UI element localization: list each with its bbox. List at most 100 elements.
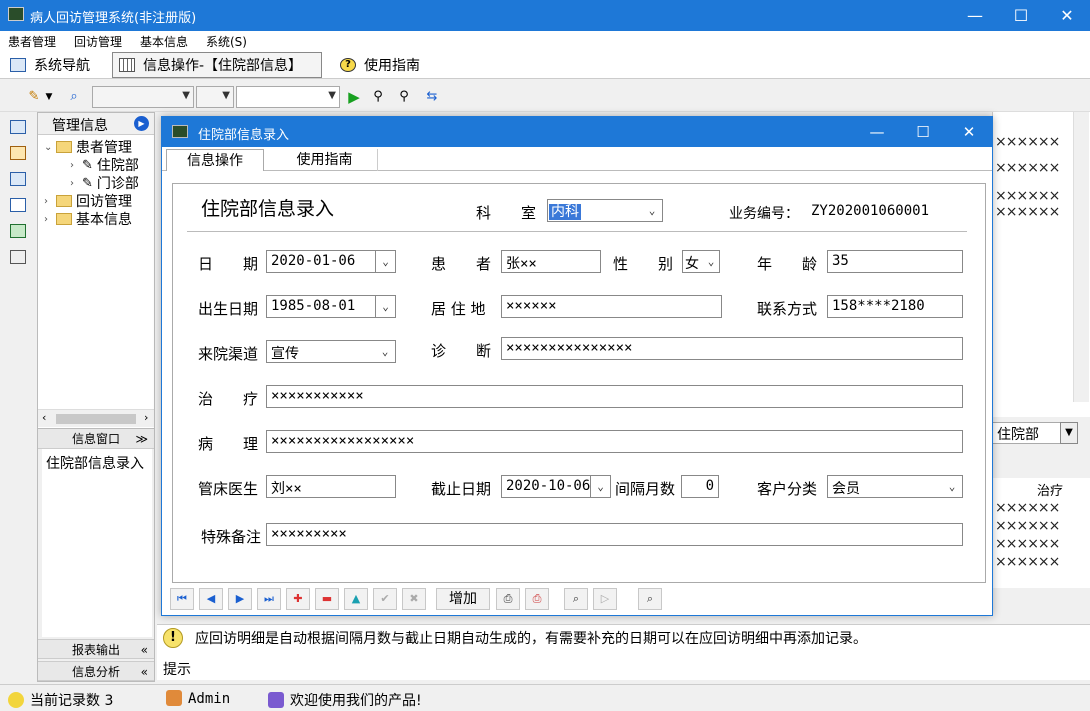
- chevron-down-icon[interactable]: ▼: [44, 87, 54, 107]
- age-input[interactable]: 35: [827, 250, 963, 273]
- doctor-input[interactable]: 刘××: [266, 475, 396, 498]
- chart-icon[interactable]: [10, 224, 26, 238]
- tree-hscrollbar[interactable]: ‹ ›: [38, 409, 154, 427]
- zoom-icon[interactable]: ⌕: [638, 588, 662, 610]
- print-icon[interactable]: ⎙: [496, 588, 520, 610]
- menu-system[interactable]: 系统(S): [206, 33, 247, 50]
- grid-vscrollbar[interactable]: [1073, 112, 1089, 402]
- delete-record-icon[interactable]: ▬: [315, 588, 339, 610]
- filter-field-combo[interactable]: ▼: [92, 86, 194, 108]
- chevron-down-icon[interactable]: ⌄: [375, 296, 395, 317]
- menu-patients[interactable]: 患者管理: [8, 33, 56, 50]
- first-record-icon[interactable]: ⏮: [170, 588, 194, 610]
- notes-icon[interactable]: [10, 250, 26, 264]
- refresh-icon[interactable]: ⇆: [422, 87, 442, 107]
- tab-user-guide[interactable]: 使用指南: [272, 149, 378, 171]
- print-preview-icon[interactable]: ⎙: [525, 588, 549, 610]
- tree-node-outpatient[interactable]: › ✎ 门诊部: [70, 173, 139, 193]
- chevron-down-icon[interactable]: ⌄: [942, 476, 962, 497]
- chevron-down-icon[interactable]: ≫: [135, 429, 148, 449]
- add-record-icon[interactable]: ✚: [286, 588, 310, 610]
- tab-info-operation[interactable]: 信息操作-【住院部信息】: [112, 52, 322, 78]
- dialog-close-button[interactable]: ✕: [946, 117, 992, 147]
- pencil-icon[interactable]: ✎: [24, 87, 44, 107]
- list-icon[interactable]: [10, 172, 26, 186]
- contact-label: 联系方式: [757, 300, 818, 318]
- find-icon[interactable]: ⚲: [368, 87, 388, 107]
- panel-title: 信息窗口: [71, 432, 120, 446]
- chevron-left-icon[interactable]: «: [141, 640, 148, 660]
- panel-collapse-icon[interactable]: ▶: [134, 116, 149, 131]
- app-icon: [8, 7, 24, 21]
- tree-icon[interactable]: [10, 146, 26, 160]
- info-window-header[interactable]: 信息窗口 ≫: [38, 429, 154, 449]
- monitor-icon[interactable]: [10, 120, 26, 134]
- query-icon[interactable]: ⌕: [564, 588, 588, 610]
- edit-record-icon[interactable]: ▲: [344, 588, 368, 610]
- pathology-input[interactable]: ×××××××××××××××××: [266, 430, 963, 453]
- list-item[interactable]: 住院部信息录入: [46, 453, 144, 473]
- chevron-down-icon[interactable]: ⌄: [590, 476, 610, 497]
- channel-select[interactable]: 宣传 ⌄: [266, 340, 396, 363]
- interval-input[interactable]: 0: [681, 475, 719, 498]
- next-record-icon[interactable]: ▶: [228, 588, 252, 610]
- scroll-left-icon[interactable]: ‹: [42, 411, 46, 424]
- find-next-icon[interactable]: ⚲: [394, 87, 414, 107]
- menu-basic-info[interactable]: 基本信息: [140, 33, 188, 50]
- filter-value-combo[interactable]: ▼: [236, 86, 340, 108]
- date-picker[interactable]: 2020-01-06 ⌄: [266, 250, 396, 273]
- chevron-down-icon[interactable]: ▼: [1060, 422, 1078, 444]
- menu-followup[interactable]: 回访管理: [74, 33, 122, 50]
- chevron-down-icon[interactable]: ⌄: [703, 251, 719, 272]
- run-query-icon[interactable]: ▶: [344, 87, 364, 107]
- minimize-button[interactable]: —: [952, 0, 998, 31]
- remark-input[interactable]: ×××××××××: [266, 523, 963, 546]
- play-icon[interactable]: ▷: [593, 588, 617, 610]
- expand-icon[interactable]: ›: [70, 178, 82, 189]
- scroll-right-icon[interactable]: ›: [144, 411, 148, 424]
- gender-select[interactable]: 女 ⌄: [682, 250, 720, 273]
- tab-user-guide[interactable]: ? 使用指南: [334, 52, 434, 78]
- dialog-minimize-button[interactable]: —: [854, 117, 900, 147]
- tab-info-operation[interactable]: 信息操作: [166, 149, 264, 171]
- address-input[interactable]: ××××××: [501, 295, 722, 318]
- post-record-icon[interactable]: ✔: [373, 588, 397, 610]
- expand-icon[interactable]: ›: [44, 214, 56, 225]
- prev-record-icon[interactable]: ◀: [199, 588, 223, 610]
- entry-form: 住院部信息录入 科 室 内科 ⌄ 业务编号： ZY202001060001 日 …: [172, 183, 986, 583]
- tree-node-followup[interactable]: › 回访管理: [44, 191, 132, 211]
- close-button[interactable]: ✕: [1044, 0, 1090, 31]
- report-export-header[interactable]: 报表输出 «: [38, 639, 154, 659]
- deadline-picker[interactable]: 2020-10-06 ⌄: [501, 475, 611, 498]
- chevron-left-icon[interactable]: «: [141, 662, 148, 682]
- collapse-icon[interactable]: ⌄: [44, 142, 56, 153]
- treatment-input[interactable]: ×××××××××××: [266, 385, 963, 408]
- tree-node-basic-info[interactable]: › 基本信息: [44, 209, 132, 229]
- tab-system-nav[interactable]: 系统导航: [4, 52, 104, 78]
- info-analysis-header[interactable]: 信息分析 «: [38, 661, 154, 681]
- tree-node-inpatient[interactable]: › ✎ 住院部: [70, 155, 139, 175]
- expand-icon[interactable]: ›: [70, 160, 82, 171]
- expand-icon[interactable]: ›: [44, 196, 56, 207]
- dialog-maximize-button[interactable]: ☐: [900, 117, 946, 147]
- chevron-down-icon[interactable]: ⌄: [375, 251, 395, 272]
- last-record-icon[interactable]: ⏭: [257, 588, 281, 610]
- patient-input[interactable]: 张××: [501, 250, 601, 273]
- diagnosis-input[interactable]: ×××××××××××××××: [501, 337, 963, 360]
- cancel-edit-icon[interactable]: ✖: [402, 588, 426, 610]
- filter-operator-combo[interactable]: ▼: [196, 86, 234, 108]
- search-icon[interactable]: ⌕: [64, 87, 84, 107]
- left-icon-strip: [0, 112, 36, 682]
- dept-select[interactable]: 内科 ⌄: [547, 199, 663, 222]
- document-icon[interactable]: [10, 198, 26, 212]
- customer-type-select[interactable]: 会员 ⌄: [827, 475, 963, 498]
- tree-node-patients[interactable]: ⌄ 患者管理: [44, 137, 132, 157]
- maximize-button[interactable]: ☐: [998, 0, 1044, 31]
- birth-date-picker[interactable]: 1985-08-01 ⌄: [266, 295, 396, 318]
- add-button[interactable]: 增加: [436, 588, 490, 610]
- chevron-down-icon[interactable]: ⌄: [375, 341, 395, 362]
- contact-input[interactable]: 158****2180: [827, 295, 963, 318]
- record-nav-bar: ⏮ ◀ ▶ ⏭ ✚ ▬ ▲ ✔ ✖ 增加 ⎙ ⎙ ⌕ ▷ ⌕: [168, 587, 988, 613]
- scroll-thumb[interactable]: [56, 414, 136, 424]
- chevron-down-icon[interactable]: ⌄: [642, 200, 662, 221]
